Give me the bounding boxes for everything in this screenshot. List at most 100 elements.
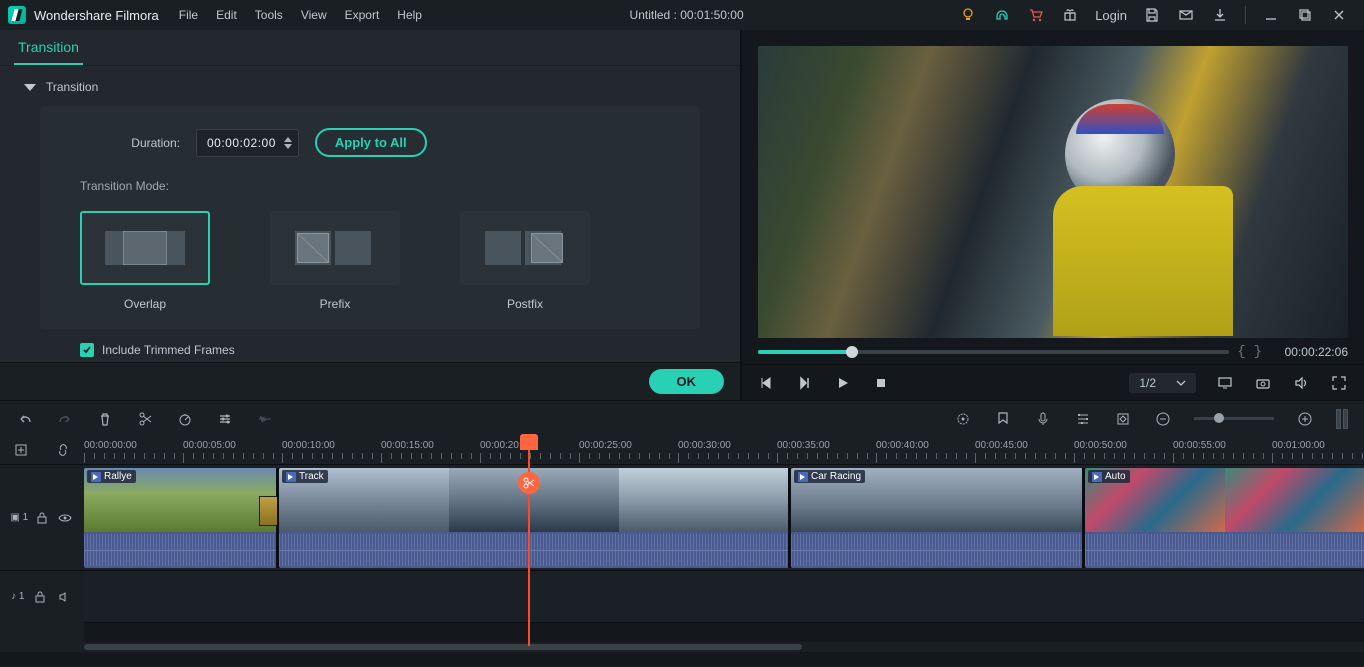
ruler-mark: 00:00:00:00 [84,440,175,463]
add-track-icon[interactable] [12,441,30,459]
close-icon[interactable] [1330,6,1348,24]
clip-label: Auto [1088,470,1130,483]
menu-file[interactable]: File [179,8,198,22]
volume-icon[interactable] [1292,374,1310,392]
preview-page: 1/2 [1139,376,1156,390]
brace-open-icon[interactable]: { [1237,344,1245,360]
download-icon[interactable] [1211,6,1229,24]
include-trimmed-row[interactable]: Include Trimmed Frames [0,333,740,357]
zoom-out-icon[interactable] [1154,410,1172,428]
ruler-mark: 00:00:10:00 [282,440,373,463]
duration-value[interactable]: 00:00:02:00 [207,136,276,150]
undo-icon[interactable] [16,410,34,428]
progress-thumb[interactable] [846,346,858,358]
ok-button[interactable]: OK [649,369,725,394]
ruler-mark: 00:00:45:00 [975,440,1066,463]
titlebar: Wondershare Filmora File Edit Tools View… [0,0,1364,30]
timeline: 00:00:00:0000:00:05:0000:00:10:0000:00:1… [0,436,1364,666]
preview-viewport[interactable] [758,46,1348,338]
mode-overlap[interactable]: Overlap [80,211,210,311]
menu-edit[interactable]: Edit [216,8,237,22]
cart-icon[interactable] [1027,6,1045,24]
speaker-icon[interactable] [55,588,73,606]
save-icon[interactable] [1143,6,1161,24]
mail-icon[interactable] [1177,6,1195,24]
menu-help[interactable]: Help [397,8,422,22]
maximize-icon[interactable] [1296,6,1314,24]
menu-tools[interactable]: Tools [255,8,283,22]
delete-icon[interactable] [96,410,114,428]
crop-adjust-icon[interactable] [216,410,234,428]
eye-icon[interactable] [56,509,74,527]
lightbulb-icon[interactable] [959,6,977,24]
scrollbar-thumb[interactable] [84,644,802,650]
record-voiceover-icon[interactable] [1034,410,1052,428]
section-label: Transition [46,80,98,94]
redo-icon[interactable] [56,410,74,428]
ruler-mark: 00:00:50:00 [1074,440,1165,463]
lock-icon[interactable] [33,509,51,527]
include-trimmed-checkbox[interactable] [80,343,94,357]
marker-icon[interactable] [994,410,1012,428]
time-ruler[interactable]: 00:00:00:0000:00:05:0000:00:10:0000:00:1… [84,436,1364,464]
play-pause-button[interactable] [796,374,814,392]
zoom-thumb[interactable] [1214,413,1224,423]
playhead[interactable] [528,436,530,646]
brace-close-icon[interactable]: } [1254,344,1262,360]
lock-icon[interactable] [31,588,49,606]
gift-icon[interactable] [1061,6,1079,24]
play-button[interactable] [834,374,852,392]
link-icon[interactable] [54,441,72,459]
preview-page-selector[interactable]: 1/2 [1129,373,1196,393]
playhead-scissors-icon[interactable] [518,472,540,494]
ruler-mark: 00:00:05:00 [183,440,274,463]
keyframe-icon[interactable] [1114,410,1132,428]
ruler-gutter [0,436,84,464]
track-meter-icon[interactable] [1336,409,1348,429]
ruler-mark: 00:00:25:00 [579,440,670,463]
mode-overlap-thumb [80,211,210,285]
snapshot-icon[interactable] [1254,374,1272,392]
mixer-icon[interactable] [1074,410,1092,428]
display-icon[interactable] [1216,374,1234,392]
audio-wave-icon[interactable] [256,410,274,428]
stop-button[interactable] [872,374,890,392]
clip[interactable]: Auto [1085,468,1364,568]
clip[interactable]: Car Racing [791,468,1083,568]
menu-view[interactable]: View [301,8,327,22]
mode-postfix[interactable]: Postfix [460,211,590,311]
section-header[interactable]: Transition [0,66,740,102]
fullscreen-icon[interactable] [1330,374,1348,392]
mode-prefix[interactable]: Prefix [270,211,400,311]
playhead-handle-icon[interactable] [520,434,538,450]
progress-bar[interactable] [758,350,1229,354]
clip-label: Track [282,470,328,483]
zoom-in-icon[interactable] [1296,410,1314,428]
mode-prefix-thumb [270,211,400,285]
headphones-icon[interactable] [993,6,1011,24]
prev-frame-button[interactable] [758,374,776,392]
mode-postfix-thumb [460,211,590,285]
render-icon[interactable] [954,410,972,428]
login-link[interactable]: Login [1095,8,1127,23]
menu-export[interactable]: Export [345,8,380,22]
duration-input[interactable]: 00:00:02:00 [196,129,299,157]
video-track[interactable]: Rallye Track Car Racing Auto [84,464,1364,570]
clip[interactable]: Rallye [84,468,277,568]
audio-track[interactable] [84,570,1364,622]
minimize-icon[interactable] [1262,6,1280,24]
spinner-down-icon[interactable] [284,144,292,149]
transition-panel: Transition Transition Duration: 00:00:02… [0,30,740,400]
spinner-up-icon[interactable] [284,137,292,142]
timeline-scrollbar[interactable] [0,642,1364,652]
audio-track-label: ♪ 1 [11,591,24,602]
split-scissors-icon[interactable] [136,410,154,428]
transition-mode-label: Transition Mode: [80,179,660,193]
tracks-body[interactable]: Rallye Track Car Racing Auto [84,464,1364,642]
collapse-triangle-icon[interactable] [24,84,36,91]
tab-transition[interactable]: Transition [14,31,83,65]
zoom-slider[interactable] [1194,417,1274,420]
mode-overlap-label: Overlap [124,297,166,311]
apply-to-all-button[interactable]: Apply to All [315,128,427,157]
speed-icon[interactable] [176,410,194,428]
